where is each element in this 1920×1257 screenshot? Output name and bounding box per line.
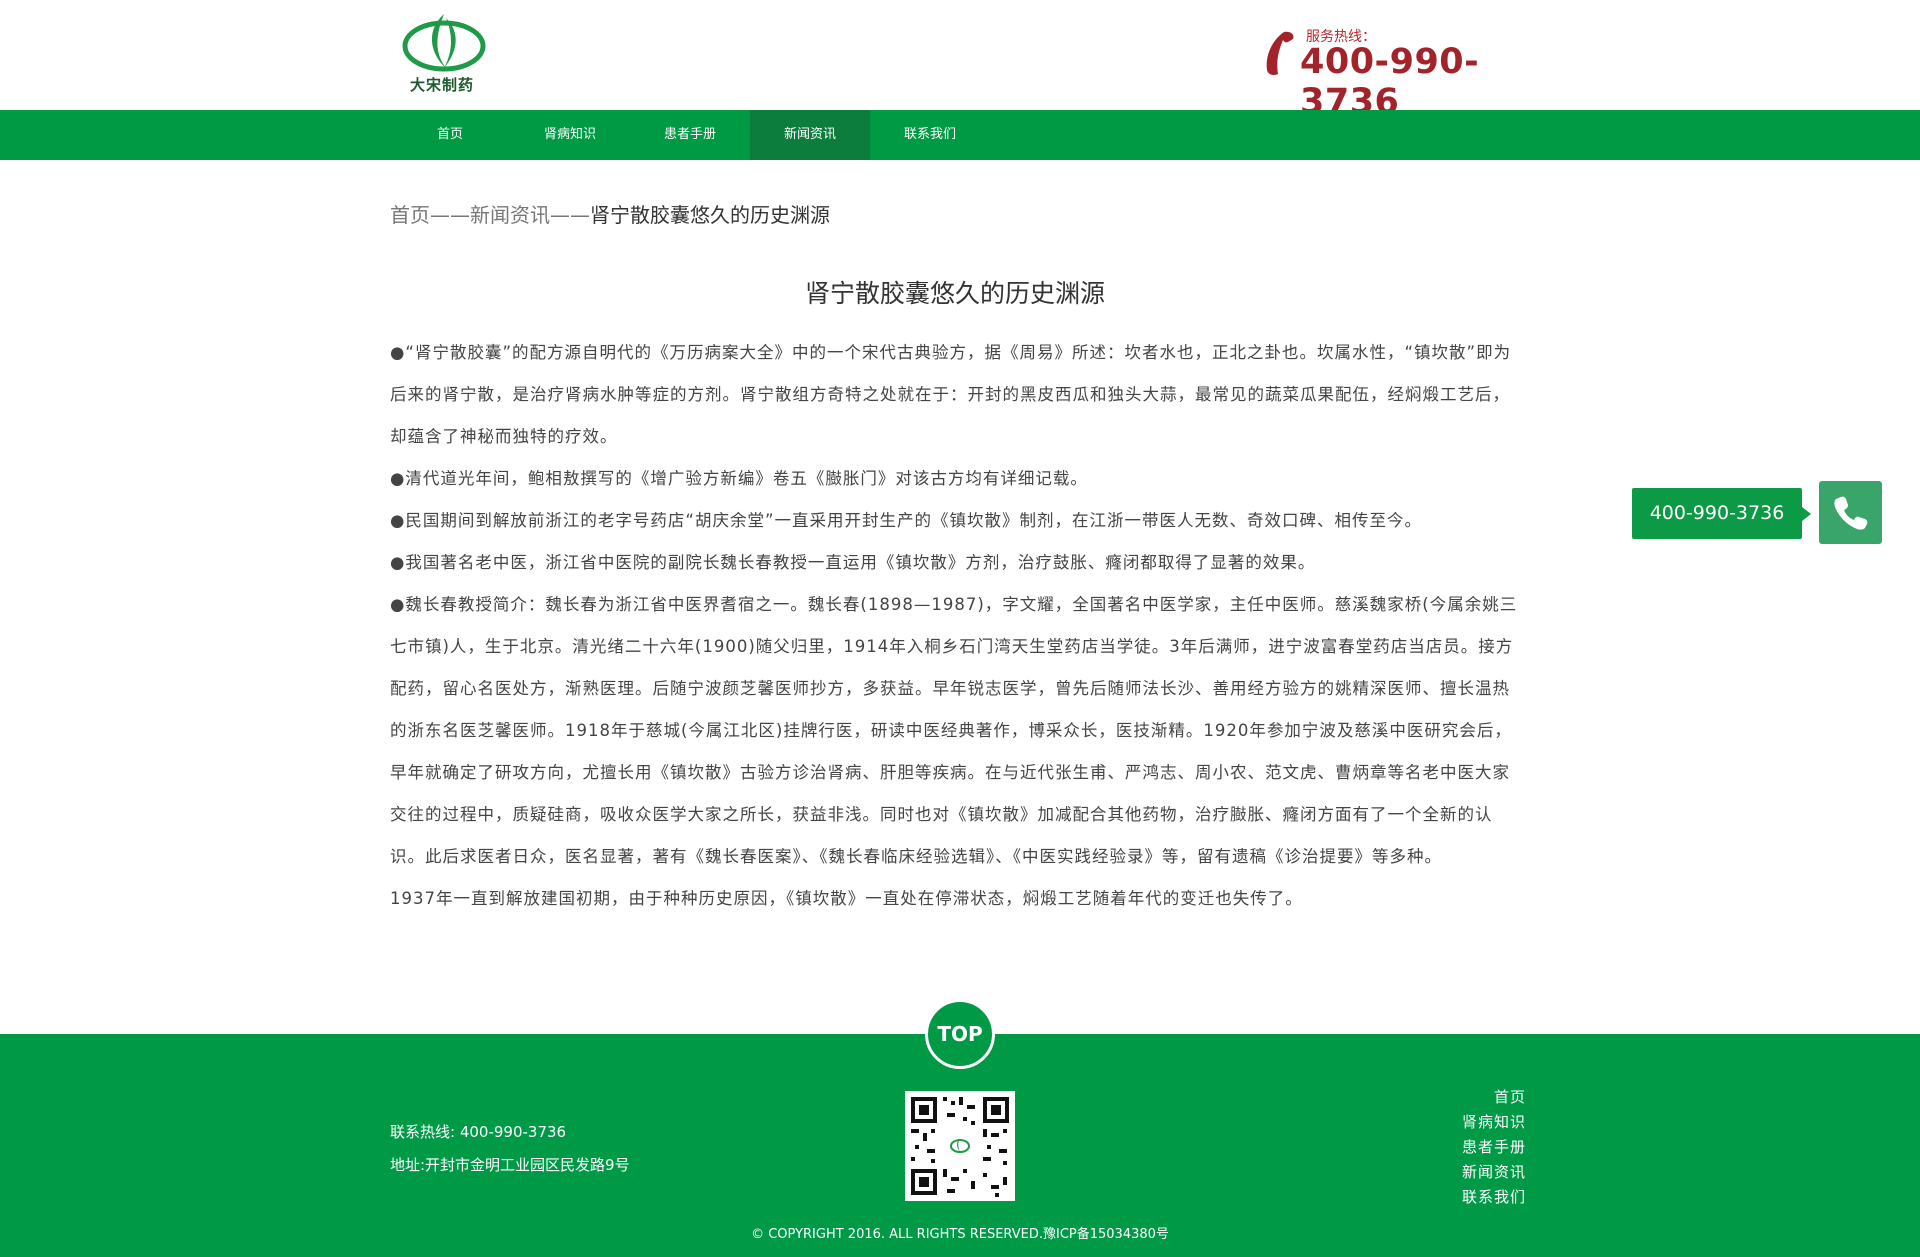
article-paragraph: ●清代道光年间，鲍相敖撰写的《增广验方新编》卷五《臌胀门》对该古方均有详细记载。	[390, 469, 1088, 488]
footer-contact: 联系热线: 400-990-3736 地址:开封市金明工业园区民发路9号	[390, 1116, 630, 1182]
nav-item-contact[interactable]: 联系我们	[870, 110, 990, 160]
floating-phone-number[interactable]: 400-990-3736	[1632, 488, 1811, 539]
copyright: © COPYRIGHT 2016. ALL RIGHTS RESERVED.豫I…	[751, 1227, 1169, 1242]
footer-link-kidney-knowledge[interactable]: 肾病知识	[1462, 1110, 1526, 1135]
header-hotline: 服务热线： 400-990-3736	[1262, 24, 1542, 122]
nav-item-home[interactable]: 首页	[390, 110, 510, 160]
phone-icon	[1834, 496, 1868, 530]
article-paragraph: ●魏长春教授简介：魏长春为浙江省中医界耆宿之一。魏长春(1898—1987)，字…	[390, 595, 1518, 866]
footer-link-patient-handbook[interactable]: 患者手册	[1462, 1135, 1526, 1160]
article-paragraph: 1937年一直到解放建国初期，由于种种历史原因，《镇坎散》一直处在停滞状态，焖煅…	[390, 889, 1303, 908]
article-body: ●“肾宁散胶囊”的配方源自明代的《万历病案大全》中的一个宋代古典验方，据《周易》…	[390, 332, 1526, 920]
breadcrumb-separator: ——	[430, 203, 470, 227]
breadcrumb-section[interactable]: 新闻资讯	[470, 203, 550, 227]
article-paragraph: ●“肾宁散胶囊”的配方源自明代的《万历病案大全》中的一个宋代古典验方，据《周易》…	[390, 343, 1512, 446]
footer-link-contact[interactable]: 联系我们	[1462, 1185, 1526, 1210]
main-nav: 首页 肾病知识 患者手册 新闻资讯 联系我们	[0, 110, 1920, 160]
article-paragraph: ●民国期间到解放前浙江的老字号药店“胡庆余堂”一直采用开封生产的《镇坎散》制剂，…	[390, 511, 1422, 530]
article-paragraph: ●我国著名老中医，浙江省中医院的副院长魏长春教授一直运用《镇坎散》方剂，治疗鼓胀…	[390, 553, 1316, 572]
qr-code-image	[905, 1091, 1015, 1201]
footer-link-home[interactable]: 首页	[1462, 1085, 1526, 1110]
site-header: 大宋制药 服务热线： 400-990-3736	[0, 0, 1920, 122]
footer-hotline-number: 400-990-3736	[459, 1123, 567, 1141]
footer-address: 地址:开封市金明工业园区民发路9号	[390, 1156, 630, 1174]
logo-text: 大宋制药	[410, 76, 475, 94]
footer-link-news[interactable]: 新闻资讯	[1462, 1160, 1526, 1185]
nav-item-patient-handbook[interactable]: 患者手册	[630, 110, 750, 160]
phone-handset-icon	[1266, 31, 1294, 75]
footer-hotline-label: 联系热线:	[390, 1123, 456, 1141]
nav-item-kidney-knowledge[interactable]: 肾病知识	[510, 110, 630, 160]
footer-links: 首页 肾病知识 患者手册 新闻资讯 联系我们	[1462, 1085, 1526, 1210]
breadcrumb-current: 肾宁散胶囊悠久的历史渊源	[590, 203, 830, 227]
breadcrumb: 首页——新闻资讯——肾宁散胶囊悠久的历史渊源	[390, 199, 830, 228]
floating-phone-button[interactable]	[1819, 481, 1882, 544]
footer-hotline: 联系热线: 400-990-3736	[390, 1116, 630, 1149]
article-title: 肾宁散胶囊悠久的历史渊源	[804, 279, 1105, 308]
breadcrumb-separator: ——	[550, 203, 590, 227]
breadcrumb-home[interactable]: 首页	[390, 203, 430, 227]
nav-item-news[interactable]: 新闻资讯	[750, 110, 870, 160]
back-to-top-button[interactable]: TOP	[925, 999, 995, 1069]
